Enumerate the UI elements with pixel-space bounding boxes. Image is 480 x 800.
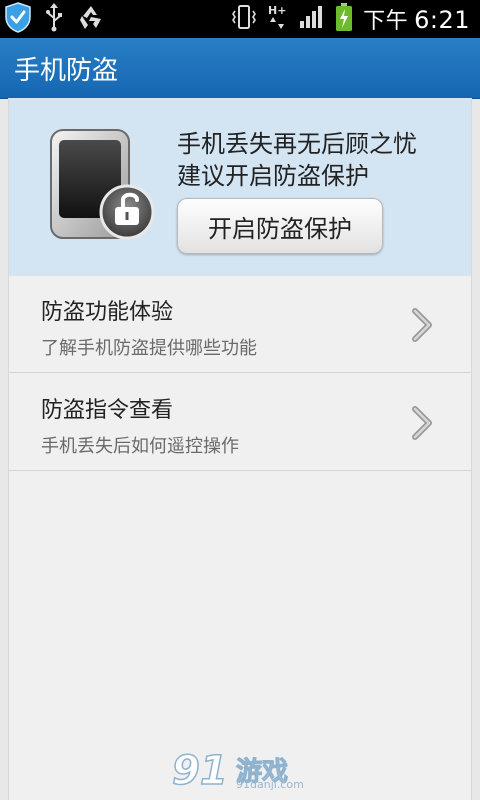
status-bar-system: H+ 下午 6:21 <box>231 2 470 36</box>
watermark-site: 91danji.com <box>236 778 304 791</box>
status-bar-notifications <box>4 2 106 36</box>
hplus-data-icon: H+ <box>267 3 289 35</box>
battery-charging-icon <box>335 2 353 36</box>
page-title: 手机防盗 <box>14 56 119 86</box>
svg-text:91: 91 <box>172 748 228 794</box>
list-item-subtitle: 手机丢失后如何遥控操作 <box>41 436 239 457</box>
shield-check-icon <box>4 1 32 37</box>
title-bar: 手机防盗 <box>0 38 480 99</box>
recycle-icon <box>76 3 106 35</box>
list-item-commands[interactable]: 防盗指令查看 手机丢失后如何遥控操作 <box>9 374 471 471</box>
phone-unlock-icon <box>47 128 163 246</box>
chevron-right-icon <box>409 404 437 442</box>
list-item-subtitle: 了解手机防盗提供哪些功能 <box>41 338 257 359</box>
signal-icon <box>299 5 325 33</box>
status-bar: H+ 下午 6:21 <box>0 0 480 38</box>
status-ampm: 下午 <box>363 9 409 34</box>
usb-icon <box>44 2 64 36</box>
svg-text:H+: H+ <box>268 4 286 17</box>
list-item-title: 防盗功能体验 <box>41 300 174 325</box>
hero-headline: 手机丢失再无后顾之忧 <box>177 130 417 158</box>
list-item-feature-trial[interactable]: 防盗功能体验 了解手机防盗提供哪些功能 <box>9 276 471 373</box>
enable-protection-button[interactable]: 开启防盗保护 <box>177 198 383 254</box>
anti-theft-hero: 手机丢失再无后顾之忧 建议开启防盗保护 开启防盗保护 <box>9 98 471 276</box>
status-time: 6:21 <box>414 6 470 34</box>
vibrate-icon <box>231 3 257 35</box>
content-card: 手机丢失再无后顾之忧 建议开启防盗保护 开启防盗保护 防盗功能体验 了解手机防盗… <box>8 98 472 800</box>
chevron-right-icon <box>409 306 437 344</box>
hero-suggestion: 建议开启防盗保护 <box>177 162 369 190</box>
screen: H+ 下午 6:21 手机防盗 手机丢失再无后顾之忧 建议开启防盗保护 开启防盗… <box>0 0 480 800</box>
list-item-title: 防盗指令查看 <box>41 398 174 423</box>
status-clock: 下午 6:21 <box>363 3 470 35</box>
